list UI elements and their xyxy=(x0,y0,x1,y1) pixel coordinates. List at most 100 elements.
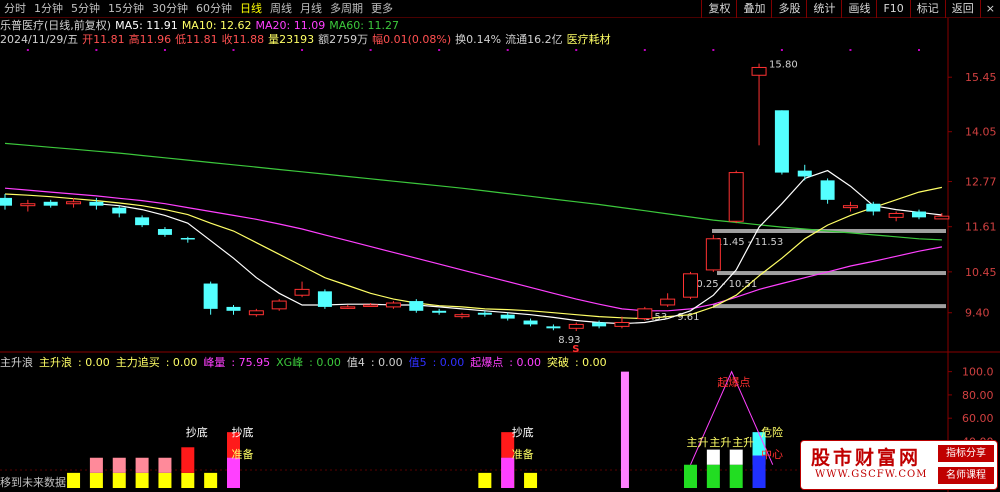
period-tab-2[interactable]: 5分钟 xyxy=(67,0,104,18)
indicator-bar-yellow xyxy=(158,472,172,488)
stock-name[interactable]: 乐普医疗(日线,前复权) xyxy=(0,19,111,33)
indicator-bar-green xyxy=(729,464,743,488)
indicator-bar-yellow xyxy=(478,472,492,488)
indicator-fengliang: 峰量: 75.95 xyxy=(203,356,271,369)
top-dot-marker xyxy=(301,49,304,51)
period-tab-7[interactable]: 周线 xyxy=(266,0,296,18)
kline-chart[interactable]: 15.45 14.05 12.77 11.61 10.45 9.40 100.0 80.00 6… xyxy=(0,0,1000,492)
candle-body xyxy=(226,306,241,311)
indicator-zhi4: 值4: 0.00 xyxy=(346,356,403,369)
s-marker: S xyxy=(572,344,579,355)
candle-body xyxy=(660,298,676,306)
period-tab-8[interactable]: 月线 xyxy=(296,0,326,18)
top-toolbar: 分时 1分钟 5分钟 15分钟 30分钟 60分钟 日线 周线 月线 多周期 更多 复权 叠加 多股 统计… xyxy=(0,0,1000,18)
stock-title-line: 乐普医疗(日线,前复权) MA5: 11.91 MA10: 12.62 MA20… xyxy=(0,19,403,33)
quote-float: 流通16.2亿 xyxy=(505,33,563,46)
label-zhunbei-1: 准备 xyxy=(232,447,254,461)
indicator-bar-pink xyxy=(135,457,149,473)
close-button[interactable]: × xyxy=(979,0,1000,18)
quote-turnover: 换0.14% xyxy=(455,33,502,46)
indicator-zhi5: 值5: 0.00 xyxy=(408,356,465,369)
candle-body xyxy=(866,203,881,212)
indicator-zhulizhuimai: 主力追买: 0.00 xyxy=(115,356,198,369)
period-tab-0[interactable]: 分时 xyxy=(0,0,30,18)
candle-body xyxy=(683,273,698,298)
ma60-label: MA60: 11.27 xyxy=(329,19,399,32)
candle-body xyxy=(477,312,492,315)
candle-body xyxy=(797,170,812,177)
quote-open: 开11.81 xyxy=(82,33,125,46)
period-tab-4[interactable]: 30分钟 xyxy=(148,0,192,18)
quote-low: 低11.81 xyxy=(175,33,218,46)
indicator-bar-yellow xyxy=(89,472,103,488)
label-qibaodian: 起爆点 xyxy=(717,375,750,389)
tool-button-1[interactable]: 叠加 xyxy=(736,0,771,18)
indicator-tick-label: 60.00 xyxy=(962,412,994,425)
candle-body xyxy=(912,211,926,218)
period-tab-3[interactable]: 15分钟 xyxy=(104,0,148,18)
tool-button-6[interactable]: 标记 xyxy=(909,0,945,18)
period-tab-5[interactable]: 60分钟 xyxy=(192,0,236,18)
label-zhusheng-3: 主升 xyxy=(732,436,754,449)
candle-body xyxy=(842,205,858,209)
indicator-bar-red xyxy=(181,447,195,473)
indicator-bar-white xyxy=(706,449,720,465)
top-dot-marker xyxy=(712,49,715,51)
label-weixian: 危险 xyxy=(761,425,783,439)
tool-button-2[interactable]: 多股 xyxy=(771,0,806,18)
period-tab-6[interactable]: 日线 xyxy=(236,0,266,18)
indicator-bar-yellow xyxy=(112,472,126,488)
future-data-note[interactable]: 移到未来数据 xyxy=(0,476,66,490)
indicator-qibaodian: 起爆点: 0.00 xyxy=(470,356,541,369)
ma10-line xyxy=(4,186,943,320)
top-dot-marker xyxy=(26,49,29,51)
candle-body xyxy=(89,201,104,206)
period-tab-9[interactable]: 多周期 xyxy=(326,0,367,18)
indicator-bar-yellow xyxy=(204,472,218,488)
watermark-title: 股市财富网 xyxy=(811,447,922,469)
candle-body xyxy=(340,306,356,309)
period-tab-10[interactable]: 更多 xyxy=(367,0,397,18)
candle-body xyxy=(135,217,150,226)
candle-body xyxy=(203,283,218,309)
quote-sector[interactable]: 医疗耗材 xyxy=(567,33,611,47)
label-zhusheng-1: 主升 xyxy=(687,436,709,449)
indicator-peak-bar xyxy=(620,371,629,488)
indicator-legend-line: 主升浪 主升浪: 0.00 主力追买: 0.00 峰量: 75.95 XG峰: … xyxy=(0,356,613,370)
top-dot-marker xyxy=(918,49,920,51)
candle-body xyxy=(546,326,561,329)
top-dot-marker xyxy=(369,49,372,51)
candle-body xyxy=(568,323,584,329)
top-dot-marker xyxy=(849,49,852,51)
candle-body xyxy=(751,66,767,76)
indicator-name[interactable]: 主升浪 xyxy=(0,356,33,370)
candle-body xyxy=(637,308,653,320)
period-tab-1[interactable]: 1分钟 xyxy=(30,0,67,18)
ma5-label: MA5: 11.91 xyxy=(115,19,178,32)
indicator-xgfeng: XG峰: 0.00 xyxy=(276,356,341,369)
watermark-tag-course: 名师课程 xyxy=(938,467,994,484)
top-dot-marker xyxy=(780,49,783,51)
candle-body xyxy=(409,301,424,311)
candle-body xyxy=(0,197,12,206)
tool-button-3[interactable]: 统计 xyxy=(806,0,841,18)
candle-body xyxy=(20,203,36,207)
tool-button-5[interactable]: F10 xyxy=(876,0,909,18)
price-tick-label: 10.45 xyxy=(965,266,997,279)
indicator-tick-label: 100.0 xyxy=(962,366,994,379)
top-dot-marker xyxy=(232,49,235,51)
candle-body xyxy=(705,238,721,271)
indicator-bar-yellow xyxy=(524,472,538,488)
tool-button-4[interactable]: 画线 xyxy=(841,0,876,18)
support-band-2 xyxy=(713,304,946,309)
candle-body xyxy=(454,314,470,318)
high-price-label: 15.80 xyxy=(769,60,798,71)
indicator-bar-green xyxy=(684,464,697,488)
indicator-bar-yellow xyxy=(67,472,81,488)
ma10-label: MA10: 12.62 xyxy=(181,19,252,32)
label-chaodi-1: 抄底 xyxy=(186,425,208,439)
label-chaodi-3: 抄底 xyxy=(512,425,534,439)
tool-button-7[interactable]: 返回 xyxy=(944,0,980,18)
watermark-tag-share: 指标分享 xyxy=(938,445,994,462)
tool-button-0[interactable]: 复权 xyxy=(701,0,736,18)
